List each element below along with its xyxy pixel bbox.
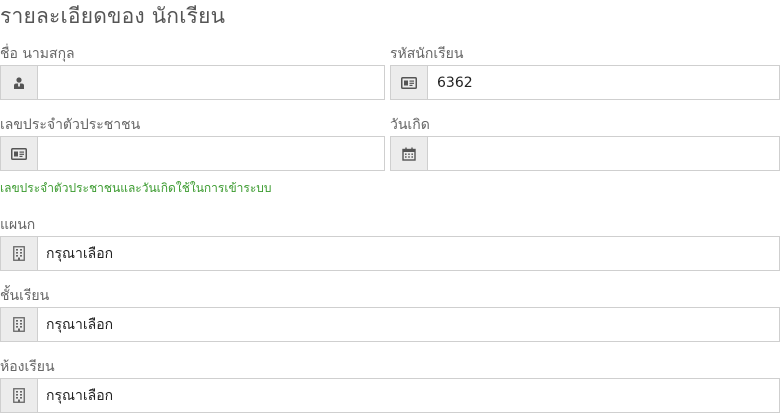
birthdate-label: วันเกิด	[390, 117, 430, 133]
student-id-field	[390, 65, 780, 100]
user-icon	[1, 66, 38, 99]
login-hint: เลขประจำตัวประชาชนและวันเกิดใช้ในการเข้า…	[0, 181, 272, 195]
grade-select[interactable]: กรุณาเลือก	[0, 307, 780, 342]
department-label: แผนก	[0, 217, 36, 233]
calendar-icon	[391, 137, 428, 170]
fullname-label: ชื่อ นามสกุล	[0, 46, 75, 62]
citizen-id-label: เลขประจำตัวประชาชน	[0, 117, 141, 133]
building-icon	[1, 379, 38, 412]
birthdate-field	[390, 136, 780, 171]
citizen-id-input[interactable]	[38, 137, 384, 170]
department-select-value: กรุณาเลือก	[46, 245, 114, 262]
page-title: รายละเอียดของ นักเรียน	[0, 4, 226, 28]
citizen-id-field	[0, 136, 385, 171]
id-card-icon	[391, 66, 428, 99]
classroom-select[interactable]: กรุณาเลือก	[0, 378, 780, 413]
grade-select-value: กรุณาเลือก	[46, 316, 114, 333]
classroom-label: ห้องเรียน	[0, 359, 55, 375]
department-select[interactable]: กรุณาเลือก	[0, 236, 780, 271]
fullname-field	[0, 65, 385, 100]
student-id-input[interactable]	[428, 66, 779, 99]
building-icon	[1, 308, 38, 341]
grade-label: ชั้นเรียน	[0, 288, 50, 304]
student-id-label: รหัสนักเรียน	[390, 46, 464, 62]
id-card-icon	[1, 137, 38, 170]
classroom-select-value: กรุณาเลือก	[46, 387, 114, 404]
building-icon	[1, 237, 38, 270]
birthdate-input[interactable]	[428, 137, 779, 170]
fullname-input[interactable]	[38, 66, 384, 99]
